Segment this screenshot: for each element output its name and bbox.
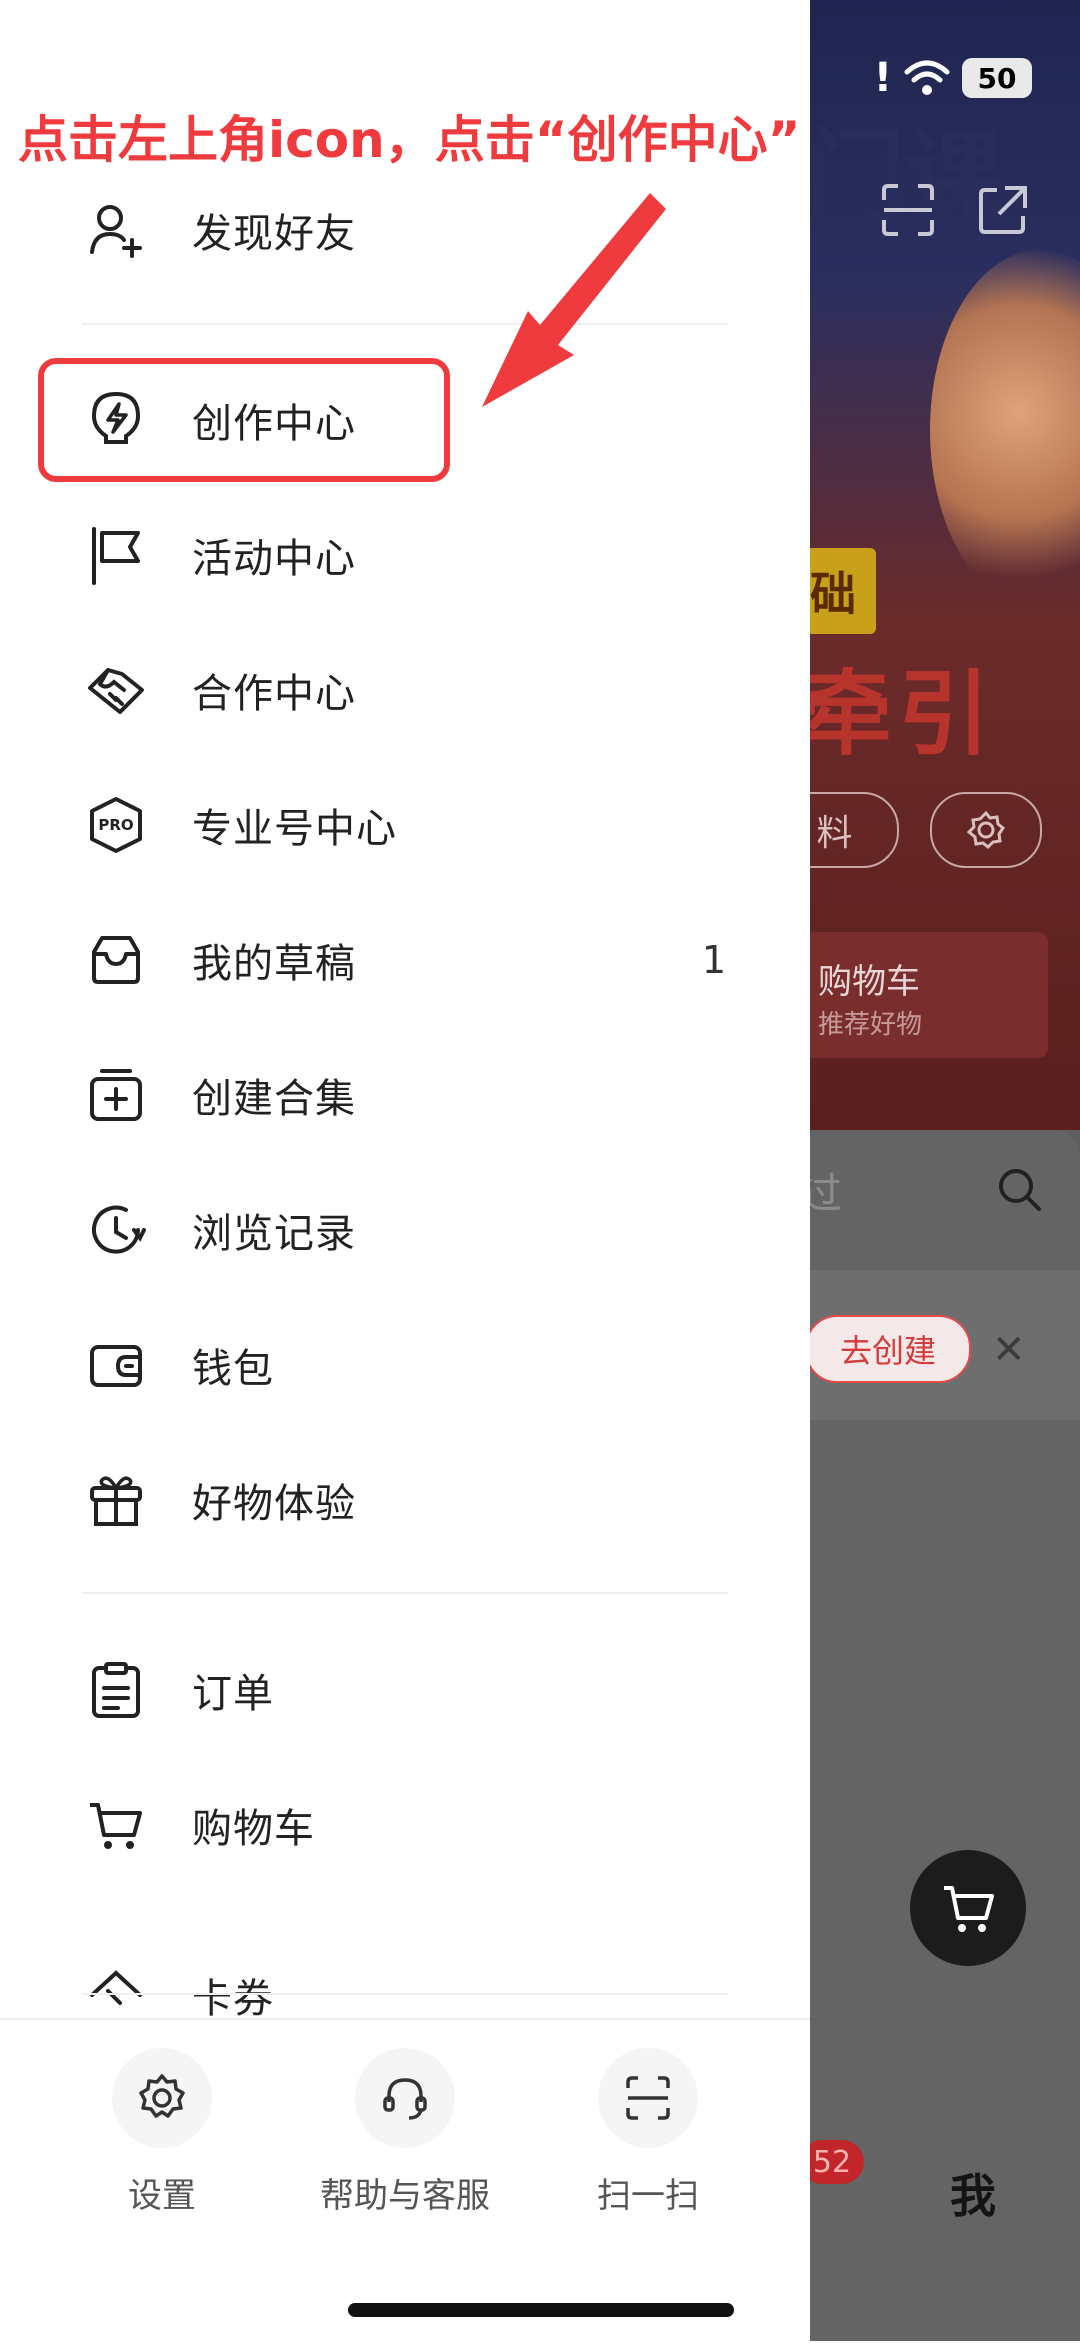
order-clipboard-icon [84, 1658, 148, 1722]
menu-item-label: 好物体验 [192, 1481, 356, 1527]
side-drawer: 发现好友 创作中心 活动中心 合作中心 PRO 专业号中心 我的草稿 1 创建合… [0, 0, 810, 2343]
pro-badge-icon: PRO [84, 793, 148, 857]
menu-item-label: 合作中心 [192, 671, 356, 717]
cart-fab[interactable] [910, 1850, 1026, 1966]
menu-item-label: 购物车 [192, 1806, 315, 1852]
inbox-icon [84, 928, 148, 992]
shopping-cart-card[interactable]: 购物车 推荐好物 [810, 932, 1048, 1058]
menu-item-label: 订单 [192, 1671, 274, 1717]
quick-action-label: 设置 [128, 2176, 196, 2216]
menu-item-label: 活动中心 [192, 536, 356, 582]
search-hint: 过 [810, 1169, 843, 1218]
quick-action-label: 扫一扫 [597, 2176, 699, 2216]
banner-tag: 础 [810, 548, 876, 634]
scan-icon[interactable] [880, 182, 936, 242]
quick-action-settings[interactable]: 设置 [62, 2048, 262, 2217]
card-subtitle: 推荐好物 [818, 1010, 923, 1040]
create-button[interactable]: 去创建 [810, 1315, 971, 1383]
menu-item-label: 钱包 [192, 1346, 274, 1392]
drafts-count: 1 [701, 938, 726, 982]
menu-item-label: 专业号中心 [192, 806, 397, 852]
wifi-icon [904, 60, 950, 95]
signal-glyph: ! [873, 55, 892, 101]
background-page: 门课 ! 50 础 牵引 料 购物车 推荐好物 过 去创建 ✕ 52 我 [810, 0, 1080, 2341]
profile-pill[interactable]: 料 [810, 792, 899, 868]
annotation-highlight-box [38, 358, 450, 482]
divider [82, 1592, 728, 1594]
divider [82, 1993, 728, 1995]
annotation-text: 点击左上角icon，点击“创作中心” [18, 111, 801, 169]
menu-item-cooperation-center[interactable]: 合作中心 [0, 635, 810, 745]
search-icon[interactable] [995, 1165, 1045, 1219]
quick-action-help[interactable]: 帮助与客服 [305, 2048, 505, 2217]
battery-indicator: 50 [962, 58, 1032, 98]
menu-item-wallet[interactable]: 钱包 [0, 1310, 810, 1420]
menu-item-label: 我的草稿 [192, 941, 356, 987]
close-icon[interactable]: ✕ [992, 1327, 1026, 1373]
menu-item-pro-center[interactable]: PRO 专业号中心 [0, 770, 810, 880]
annotation-arrow [470, 185, 670, 419]
clip-container: 卡券 [0, 1918, 810, 2018]
menu-item-activity-center[interactable]: 活动中心 [0, 500, 810, 610]
menu-item-orders[interactable]: 订单 [0, 1635, 810, 1745]
menu-item-label: 创建合集 [192, 1076, 356, 1122]
scan-icon [598, 2048, 698, 2148]
menu-item-find-friends[interactable]: 发现好友 [0, 175, 810, 285]
cart-icon [944, 1886, 994, 1932]
add-friend-icon [84, 198, 148, 262]
gift-icon [84, 1468, 148, 1532]
flag-icon [84, 523, 148, 587]
pro-badge-text: PRO [98, 816, 133, 834]
headset-icon [355, 2048, 455, 2148]
add-collection-icon [84, 1063, 148, 1127]
menu-item-product-trial[interactable]: 好物体验 [0, 1445, 810, 1555]
handshake-icon [84, 658, 148, 722]
wallet-icon [84, 1333, 148, 1397]
menu-item-label: 卡券 [192, 1976, 274, 2018]
tab-me[interactable]: 我 [950, 2160, 996, 2226]
share-icon[interactable] [975, 182, 1031, 242]
quick-action-scan[interactable]: 扫一扫 [548, 2048, 748, 2217]
menu-item-create-collection[interactable]: 创建合集 [0, 1040, 810, 1150]
menu-item-shopping-cart[interactable]: 购物车 [0, 1770, 810, 1880]
history-clock-icon [84, 1198, 148, 1262]
menu-item-coupons[interactable]: 卡券 [0, 1940, 810, 2018]
banner-big-text: 牵引 [810, 661, 997, 768]
status-bar: ! 50 [874, 55, 1032, 101]
cart-icon [84, 1793, 148, 1857]
card-title: 购物车 [818, 962, 920, 1002]
menu-item-label: 发现好友 [192, 211, 356, 257]
coupon-icon [84, 1963, 148, 2018]
gear-icon [112, 2048, 212, 2148]
message-badge: 52 [810, 2140, 864, 2184]
menu-item-label: 浏览记录 [192, 1211, 356, 1257]
home-indicator [348, 2303, 734, 2317]
menu-item-drafts[interactable]: 我的草稿 1 [0, 905, 810, 1015]
menu-item-history[interactable]: 浏览记录 [0, 1175, 810, 1285]
quick-action-label: 帮助与客服 [320, 2176, 490, 2216]
settings-pill[interactable] [930, 792, 1042, 868]
gear-icon [966, 810, 1006, 850]
